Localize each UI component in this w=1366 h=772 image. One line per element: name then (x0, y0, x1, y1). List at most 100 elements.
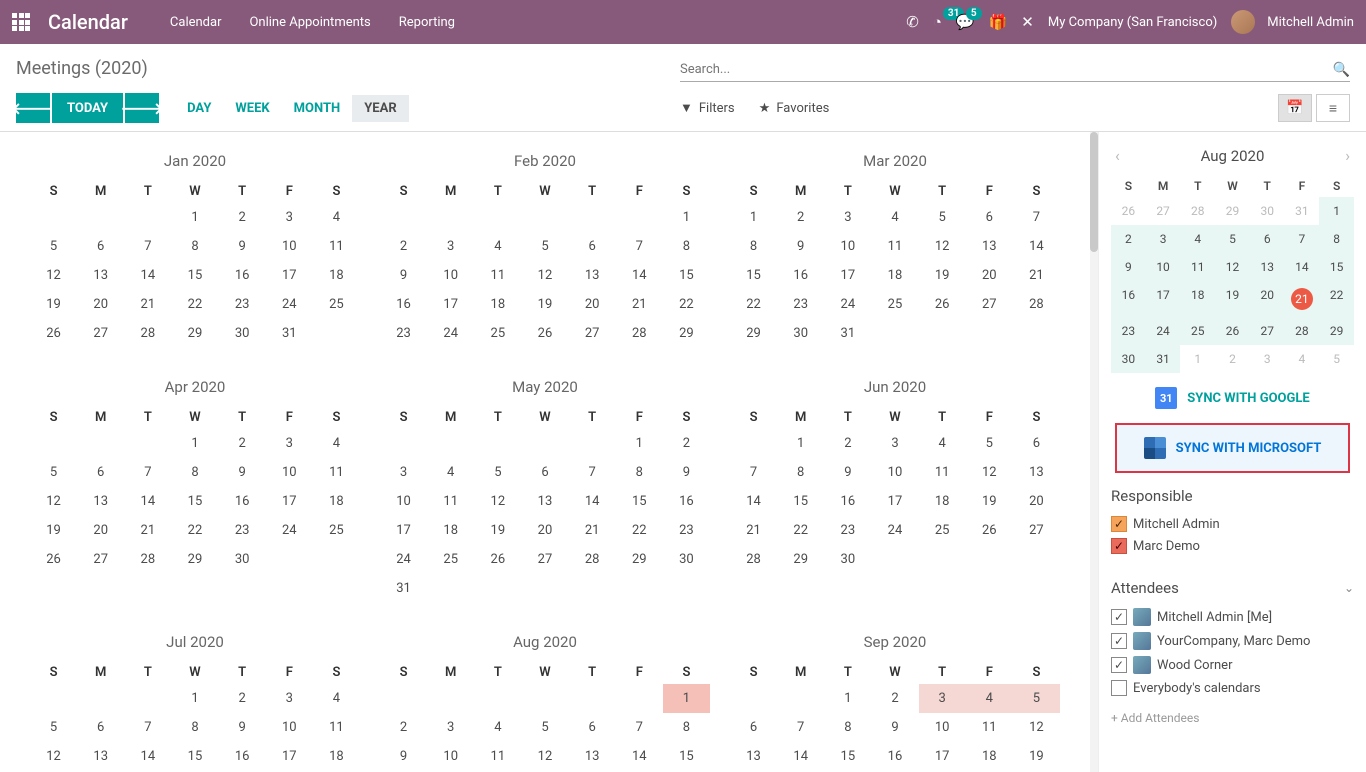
day-cell[interactable]: 27 (1013, 516, 1060, 545)
day-cell[interactable]: 28 (730, 545, 777, 574)
day-cell[interactable]: 17 (871, 487, 918, 516)
mini-day[interactable]: 15 (1319, 253, 1354, 281)
day-cell[interactable]: 8 (663, 713, 710, 742)
attendee-item[interactable]: ✓Mitchell Admin [Me] (1111, 605, 1354, 629)
day-cell[interactable]: 5 (521, 713, 568, 742)
day-cell[interactable]: 3 (427, 232, 474, 261)
day-cell[interactable]: 13 (77, 742, 124, 771)
day-cell[interactable]: 21 (616, 290, 663, 319)
day-cell[interactable]: 12 (30, 261, 77, 290)
day-cell[interactable]: 8 (171, 713, 218, 742)
day-cell[interactable]: 8 (663, 232, 710, 261)
day-cell[interactable]: 10 (824, 232, 871, 261)
day-cell[interactable]: 15 (663, 742, 710, 771)
day-cell[interactable]: 7 (730, 458, 777, 487)
day-cell[interactable]: 9 (219, 713, 266, 742)
day-cell[interactable]: 16 (777, 261, 824, 290)
mini-day[interactable]: 22 (1319, 281, 1354, 317)
mini-day[interactable]: 29 (1319, 317, 1354, 345)
day-cell[interactable]: 25 (871, 290, 918, 319)
day-cell[interactable]: 22 (777, 516, 824, 545)
day-cell[interactable]: 11 (427, 487, 474, 516)
day-cell[interactable]: 23 (824, 516, 871, 545)
day-cell[interactable]: 25 (919, 516, 966, 545)
mini-day[interactable]: 23 (1111, 317, 1146, 345)
day-cell[interactable]: 15 (171, 742, 218, 771)
day-cell[interactable]: 6 (77, 713, 124, 742)
day-cell[interactable]: 8 (730, 232, 777, 261)
day-cell[interactable]: 20 (966, 261, 1013, 290)
day-cell[interactable]: 12 (521, 261, 568, 290)
day-cell[interactable]: 22 (616, 516, 663, 545)
apps-icon[interactable] (12, 13, 30, 31)
day-cell[interactable]: 13 (569, 742, 616, 771)
day-cell[interactable]: 22 (663, 290, 710, 319)
day-cell[interactable]: 7 (124, 713, 171, 742)
day-cell[interactable]: 3 (427, 713, 474, 742)
day-cell[interactable]: 7 (124, 458, 171, 487)
day-cell[interactable]: 2 (871, 684, 918, 713)
day-cell[interactable]: 5 (521, 232, 568, 261)
day-cell[interactable]: 9 (824, 458, 871, 487)
day-cell[interactable]: 2 (380, 713, 427, 742)
day-cell[interactable]: 12 (521, 742, 568, 771)
day-cell[interactable]: 16 (663, 487, 710, 516)
day-cell[interactable]: 1 (171, 684, 218, 713)
view-tab-day[interactable]: DAY (175, 95, 223, 122)
day-cell[interactable]: 3 (824, 203, 871, 232)
activity-icon[interactable]: ◔31 (933, 13, 942, 31)
day-cell[interactable]: 7 (616, 713, 663, 742)
day-cell[interactable]: 21 (124, 290, 171, 319)
day-cell[interactable]: 30 (219, 545, 266, 574)
day-cell[interactable]: 23 (777, 290, 824, 319)
mini-day[interactable]: 7 (1285, 225, 1320, 253)
mini-day[interactable]: 8 (1319, 225, 1354, 253)
day-cell[interactable]: 26 (919, 290, 966, 319)
day-cell[interactable]: 19 (474, 516, 521, 545)
day-cell[interactable]: 17 (427, 290, 474, 319)
mini-day[interactable]: 19 (1215, 281, 1250, 317)
day-cell[interactable]: 18 (966, 742, 1013, 771)
day-cell[interactable]: 4 (313, 684, 360, 713)
day-cell[interactable]: 13 (569, 261, 616, 290)
day-cell[interactable]: 16 (219, 261, 266, 290)
mini-day[interactable]: 25 (1180, 317, 1215, 345)
day-cell[interactable]: 5 (30, 232, 77, 261)
day-cell[interactable]: 31 (380, 574, 427, 603)
attendee-item[interactable]: Everybody's calendars (1111, 677, 1354, 699)
day-cell[interactable]: 26 (474, 545, 521, 574)
day-cell[interactable]: 1 (663, 684, 710, 713)
day-cell[interactable]: 14 (124, 261, 171, 290)
day-cell[interactable]: 10 (427, 742, 474, 771)
day-cell[interactable]: 13 (730, 742, 777, 771)
day-cell[interactable]: 9 (219, 232, 266, 261)
day-cell[interactable]: 17 (266, 487, 313, 516)
day-cell[interactable]: 11 (313, 458, 360, 487)
day-cell[interactable]: 26 (966, 516, 1013, 545)
day-cell[interactable]: 20 (1013, 487, 1060, 516)
day-cell[interactable]: 1 (663, 203, 710, 232)
mini-day[interactable]: 9 (1111, 253, 1146, 281)
day-cell[interactable]: 3 (266, 429, 313, 458)
day-cell[interactable]: 18 (871, 261, 918, 290)
day-cell[interactable]: 7 (616, 232, 663, 261)
day-cell[interactable]: 2 (219, 203, 266, 232)
mini-day[interactable]: 6 (1250, 225, 1285, 253)
day-cell[interactable]: 6 (77, 232, 124, 261)
mini-day[interactable]: 28 (1285, 317, 1320, 345)
day-cell[interactable]: 3 (919, 684, 966, 713)
day-cell[interactable]: 6 (521, 458, 568, 487)
day-cell[interactable]: 4 (474, 713, 521, 742)
mini-day[interactable]: 10 (1146, 253, 1181, 281)
day-cell[interactable]: 15 (663, 261, 710, 290)
day-cell[interactable]: 15 (616, 487, 663, 516)
day-cell[interactable]: 7 (777, 713, 824, 742)
day-cell[interactable]: 19 (1013, 742, 1060, 771)
day-cell[interactable]: 7 (1013, 203, 1060, 232)
day-cell[interactable]: 29 (663, 319, 710, 348)
day-cell[interactable]: 27 (77, 319, 124, 348)
today-button[interactable]: TODAY (52, 93, 123, 123)
day-cell[interactable]: 9 (380, 261, 427, 290)
day-cell[interactable]: 4 (871, 203, 918, 232)
day-cell[interactable]: 1 (616, 429, 663, 458)
